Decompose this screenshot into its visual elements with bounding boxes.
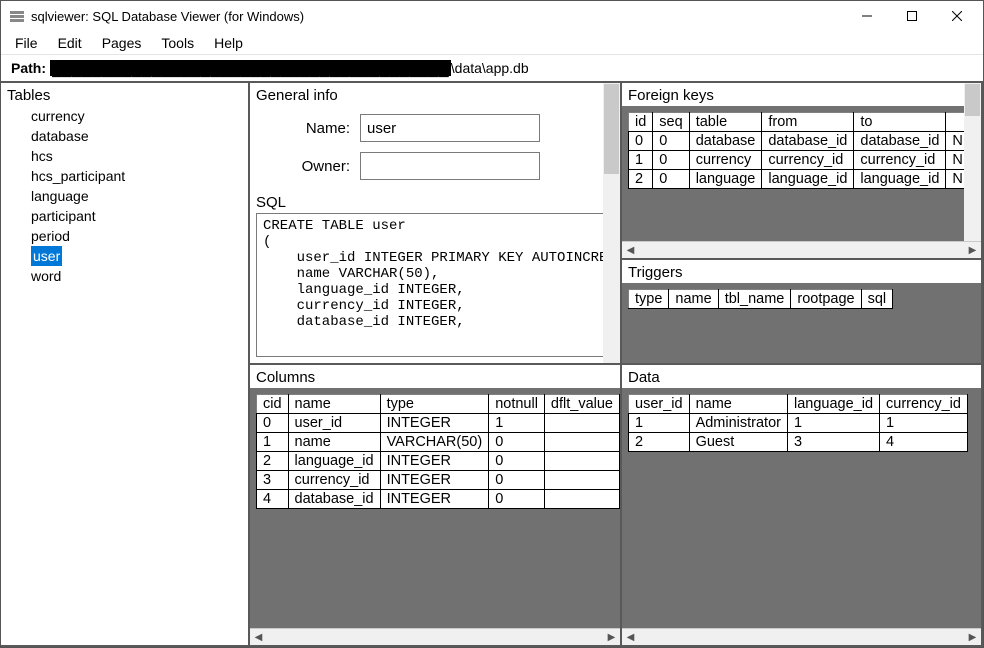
triggers-grid[interactable]: type name tbl_name rootpage sql (628, 289, 893, 309)
table-item[interactable]: participant (29, 206, 244, 226)
general-heading: General info (250, 83, 620, 106)
general-info-pane: General info Name: Owner: SQL CREATE TAB… (250, 83, 620, 363)
columns-row[interactable]: 2language_idINTEGER0 (257, 452, 620, 471)
sql-label: SQL (250, 194, 620, 213)
minimize-button[interactable] (844, 2, 889, 31)
trig-col-type[interactable]: type (629, 290, 669, 309)
maximize-button[interactable] (889, 2, 934, 31)
fk-col-table[interactable]: table (689, 113, 762, 132)
col-dflt[interactable]: dflt_value (544, 395, 619, 414)
data-pane: Data user_id name language_id currency_i… (622, 365, 981, 645)
data-grid[interactable]: user_id name language_id currency_id 1Ad… (628, 394, 968, 452)
columns-row[interactable]: 4database_idINTEGER0 (257, 490, 620, 509)
titlebar: sqlviewer: SQL Database Viewer (for Wind… (1, 1, 983, 31)
tables-pane: Tables currency database hcs hcs_partici… (1, 83, 248, 645)
tables-list[interactable]: currency database hcs hcs_participant la… (1, 106, 248, 645)
fk-col-seq[interactable]: seq (653, 113, 689, 132)
columns-row[interactable]: 0user_idINTEGER1 (257, 414, 620, 433)
fk-col-id[interactable]: id (629, 113, 653, 132)
data-col-name[interactable]: name (689, 395, 787, 414)
owner-label: Owner: (280, 158, 350, 175)
owner-input[interactable] (360, 152, 540, 180)
pathbar: Path: ██████████████████████████████████… (1, 55, 983, 83)
trig-col-name[interactable]: name (669, 290, 718, 309)
window-title: sqlviewer: SQL Database Viewer (for Wind… (31, 9, 844, 24)
app-icon (9, 8, 25, 24)
data-col-currid[interactable]: currency_id (880, 395, 968, 414)
tables-heading: Tables (1, 83, 248, 106)
fk-row[interactable]: 10currencycurrency_idcurrency_idN (629, 151, 970, 170)
menu-pages[interactable]: Pages (92, 33, 152, 53)
fk-col-to[interactable]: to (854, 113, 946, 132)
table-item[interactable]: hcs (29, 146, 244, 166)
trig-col-sql[interactable]: sql (861, 290, 893, 309)
fk-heading: Foreign keys (622, 83, 981, 106)
data-row[interactable]: 2Guest34 (629, 433, 968, 452)
data-hscroll[interactable]: ◀▶ (622, 628, 981, 645)
columns-grid[interactable]: cid name type notnull dflt_value 0user_i… (256, 394, 620, 509)
col-cid[interactable]: cid (257, 395, 289, 414)
fk-triggers-pane: Foreign keys id seq table from to (622, 83, 981, 363)
data-row[interactable]: 1Administrator11 (629, 414, 968, 433)
fk-hscroll[interactable]: ◀▶ (622, 241, 981, 258)
window-controls (844, 2, 979, 31)
path-label: Path: (11, 60, 46, 76)
table-item[interactable]: language (29, 186, 244, 206)
name-label: Name: (280, 120, 350, 137)
fk-grid[interactable]: id seq table from to 00databasedatabase_… (628, 112, 970, 189)
table-item[interactable]: period (29, 226, 244, 246)
menu-tools[interactable]: Tools (151, 33, 204, 53)
menubar: File Edit Pages Tools Help (1, 31, 983, 55)
table-item[interactable]: database (29, 126, 244, 146)
menu-file[interactable]: File (5, 33, 48, 53)
sql-text[interactable]: CREATE TABLE user ( user_id INTEGER PRIM… (256, 213, 614, 357)
fk-row[interactable]: 20languagelanguage_idlanguage_idN (629, 170, 970, 189)
col-type[interactable]: type (380, 395, 489, 414)
triggers-heading: Triggers (622, 260, 981, 283)
info-scrollbar[interactable] (603, 83, 620, 363)
menu-help[interactable]: Help (204, 33, 253, 53)
data-col-langid[interactable]: language_id (787, 395, 879, 414)
workspace: Tables currency database hcs hcs_partici… (1, 83, 983, 647)
table-item[interactable]: hcs_participant (29, 166, 244, 186)
fk-vscroll[interactable] (964, 83, 981, 241)
table-item[interactable]: currency (29, 106, 244, 126)
fk-row[interactable]: 00databasedatabase_iddatabase_idN (629, 132, 970, 151)
columns-pane: Columns cid name type notnull dflt_value… (250, 365, 620, 645)
columns-hscroll[interactable]: ◀▶ (250, 628, 620, 645)
table-item-selected[interactable]: user (31, 246, 62, 266)
close-button[interactable] (934, 2, 979, 31)
name-input[interactable] (360, 114, 540, 142)
trig-col-tblname[interactable]: tbl_name (718, 290, 791, 309)
data-heading: Data (622, 365, 981, 388)
fk-col-from[interactable]: from (762, 113, 854, 132)
path-tail: \data\app.db (451, 60, 529, 76)
menu-edit[interactable]: Edit (48, 33, 92, 53)
columns-row[interactable]: 3currency_idINTEGER0 (257, 471, 620, 490)
data-col-userid[interactable]: user_id (629, 395, 690, 414)
col-name[interactable]: name (288, 395, 380, 414)
table-item[interactable]: word (29, 266, 244, 286)
col-notnull[interactable]: notnull (489, 395, 545, 414)
path-redacted: ████████████████████████████████████████ (50, 60, 451, 76)
columns-row[interactable]: 1nameVARCHAR(50)0 (257, 433, 620, 452)
app-window: sqlviewer: SQL Database Viewer (for Wind… (0, 0, 984, 648)
trig-col-rootpage[interactable]: rootpage (791, 290, 861, 309)
columns-heading: Columns (250, 365, 620, 388)
